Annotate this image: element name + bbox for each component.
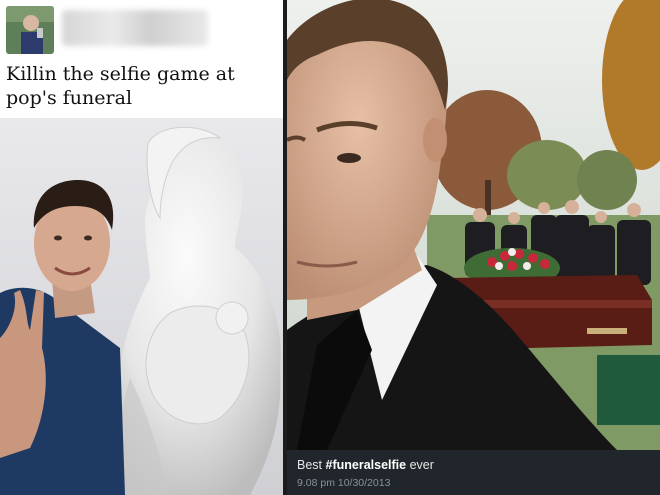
caption-suffix: ever [409, 458, 434, 472]
funeralselfie-hashtag-link[interactable]: #funeralselfie [326, 458, 407, 472]
funeral-selfie-photo [287, 0, 660, 450]
left-post: Killin the selfie game at pop's funeral [0, 0, 283, 495]
selfie-with-statue-photo [0, 118, 283, 495]
photo-caption: Best #funeralselfie ever [297, 458, 434, 472]
caption-prefix: Best [297, 458, 323, 472]
post-timestamp: 9.08 pm 10/30/2013 [297, 477, 391, 489]
user-avatar-icon[interactable] [6, 6, 54, 54]
caption-bar: Best #funeralselfie ever 9.08 pm 10/30/2… [287, 450, 660, 495]
post-header: Killin the selfie game at pop's funeral [0, 0, 283, 118]
right-post: Best #funeralselfie ever 9.08 pm 10/30/2… [287, 0, 660, 495]
post-caption: Killin the selfie game at pop's funeral [6, 63, 235, 109]
blurred-username [62, 10, 208, 46]
